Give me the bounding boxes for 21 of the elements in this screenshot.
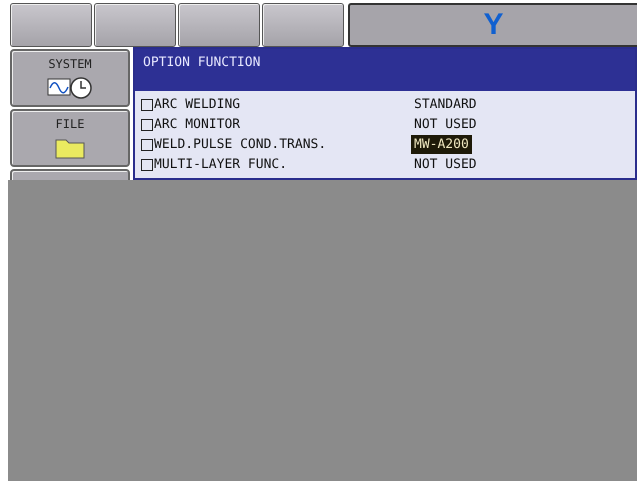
option-value[interactable]: STANDARD [411, 95, 480, 114]
checkbox-icon [141, 138, 153, 150]
waveform-clock-icon [47, 75, 93, 99]
toolbar-button[interactable] [178, 3, 260, 47]
option-name: ARC MONITOR [154, 116, 240, 134]
checkbox-icon [141, 158, 153, 170]
option-name: WELD.PULSE COND.TRANS. [154, 136, 326, 154]
option-value[interactable]: MW-A200 [411, 135, 472, 154]
file-menu-button[interactable]: FILE [10, 109, 130, 167]
toolbar-button[interactable] [262, 3, 344, 47]
checkbox-icon [141, 118, 153, 130]
option-name: MULTI-LAYER FUNC. [154, 156, 288, 174]
toolbar-button[interactable] [10, 3, 92, 47]
option-value[interactable]: NOT USED [411, 155, 480, 174]
option-value[interactable]: NOT USED [411, 115, 480, 134]
system-menu-button[interactable]: SYSTEM [10, 49, 130, 107]
logo-panel: Y [348, 3, 637, 47]
panel-title: OPTION FUNCTION [143, 55, 260, 70]
toolbar-button[interactable] [94, 3, 176, 47]
option-name: ARC WELDING [154, 96, 240, 114]
checkbox-icon [141, 98, 153, 110]
